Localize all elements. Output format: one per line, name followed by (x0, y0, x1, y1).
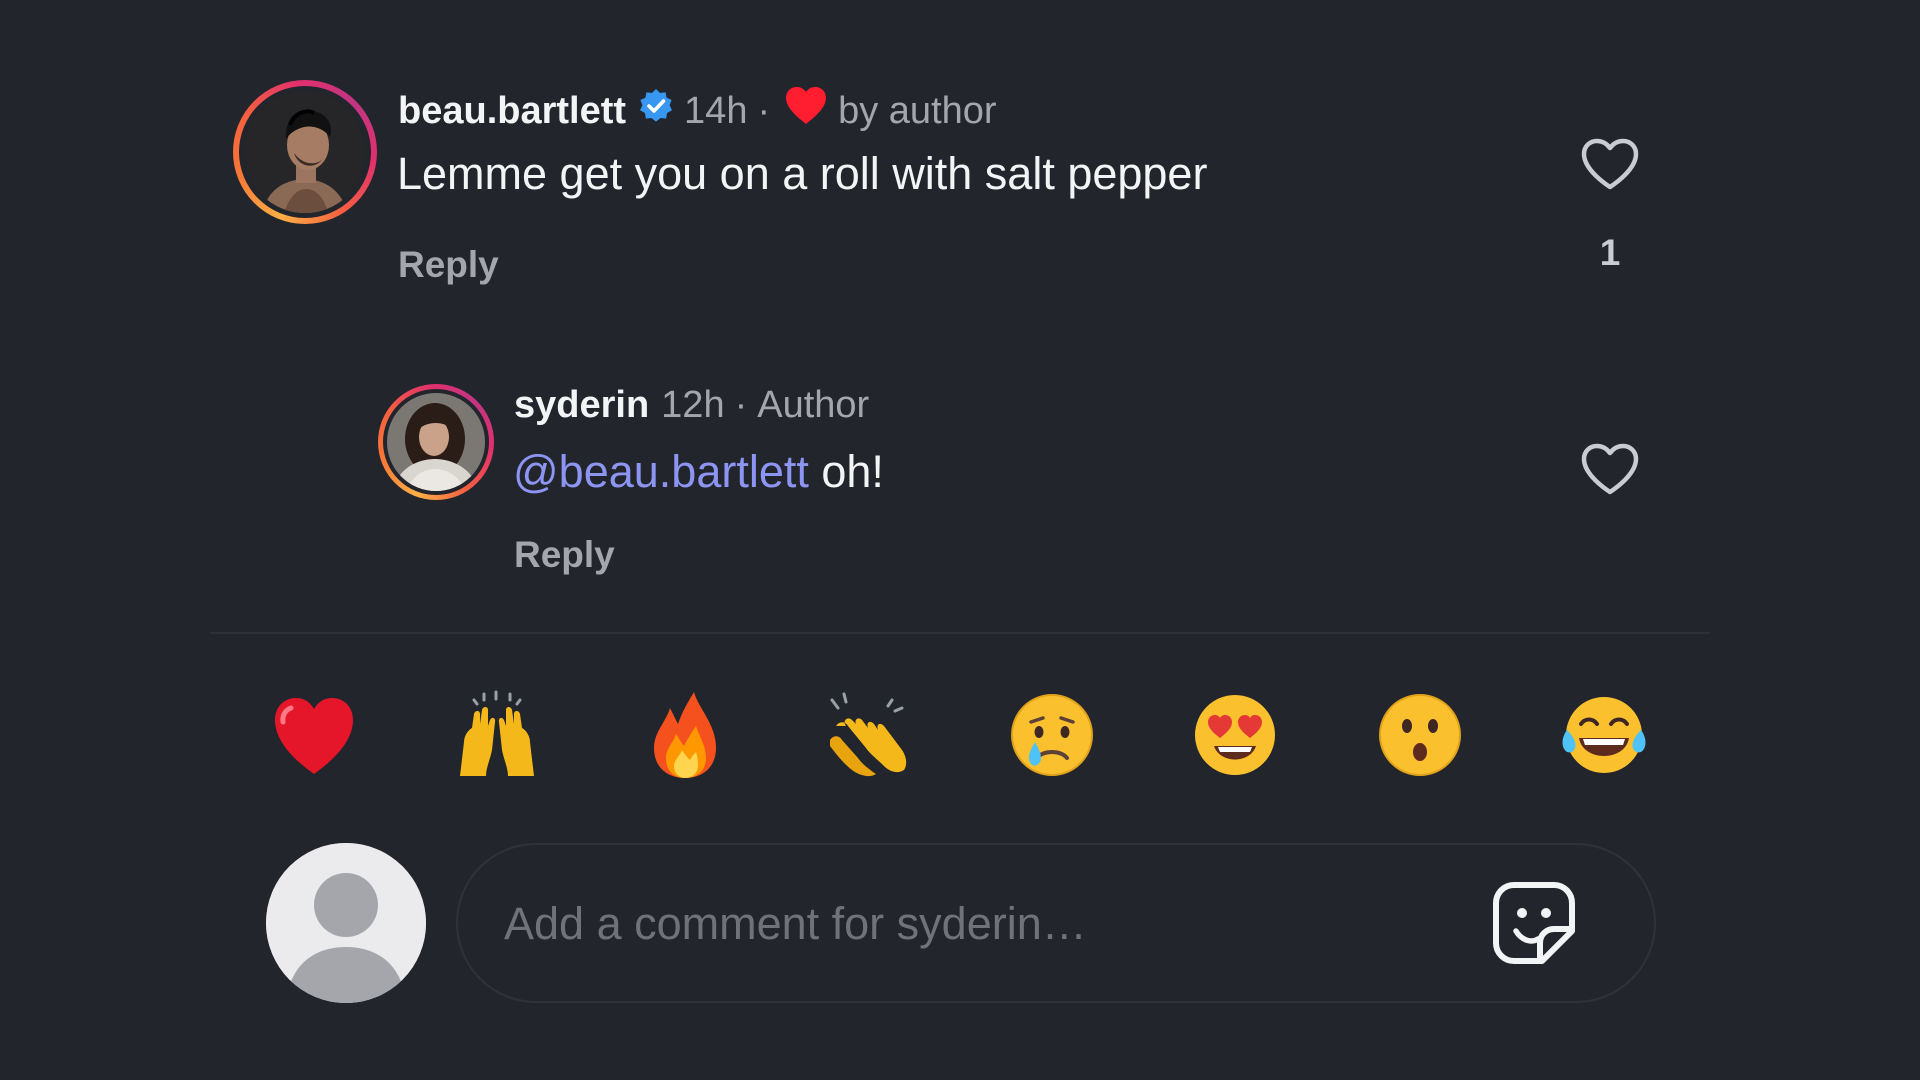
comment-meta: beau.bartlett 14h · by author (398, 86, 997, 136)
comment-composer (456, 843, 1656, 1003)
liked-by-author-heart-icon (784, 86, 828, 136)
heart-outline-icon (1581, 138, 1639, 190)
reply-text: @beau.bartlett oh! (513, 446, 884, 498)
meta-separator: · (757, 89, 771, 132)
avatar-beau-bartlett[interactable] (233, 80, 377, 224)
like-comment-button[interactable] (1580, 137, 1640, 196)
red-heart-icon (275, 698, 353, 774)
reaction-clapping-hands[interactable] (822, 690, 912, 780)
comments-panel: beau.bartlett 14h · by author Lemme get … (0, 0, 1920, 1080)
profile-photo-icon (244, 91, 366, 213)
sticker-icon (1493, 882, 1575, 964)
reaction-tears-of-joy[interactable] (1559, 690, 1649, 780)
like-reply-button[interactable] (1580, 442, 1640, 501)
like-count: 1 (1599, 232, 1621, 273)
reaction-fire[interactable] (640, 690, 730, 780)
meta-separator: · (734, 384, 748, 426)
avatar-syderin[interactable] (378, 384, 494, 500)
liked-by-label: by author (838, 89, 997, 132)
reply-button[interactable]: Reply (398, 244, 499, 286)
tears-of-joy-face-icon (1562, 697, 1646, 773)
reaction-red-heart[interactable] (269, 690, 359, 780)
author-label: Author (757, 384, 870, 426)
verified-badge-icon (638, 88, 674, 134)
reply-time: 12h (661, 384, 725, 426)
crying-face-icon (1011, 694, 1093, 776)
heart-outline-icon (1581, 443, 1639, 495)
heart-eyes-face-icon (1195, 695, 1275, 775)
comment-username[interactable]: beau.bartlett (398, 90, 626, 133)
raising-hands-icon (460, 690, 534, 776)
comment-time: 14h (684, 89, 748, 132)
default-user-icon (266, 843, 426, 1003)
comment-input[interactable] (502, 885, 1406, 963)
mention-link[interactable]: @beau.bartlett (513, 446, 809, 497)
reaction-raising-hands[interactable] (452, 690, 542, 780)
reaction-hushed-face[interactable] (1375, 690, 1465, 780)
clapping-hands-icon (830, 692, 907, 777)
reaction-heart-eyes[interactable] (1190, 690, 1280, 780)
current-user-avatar (266, 843, 426, 1003)
hushed-face-icon (1379, 694, 1461, 776)
divider (210, 632, 1710, 634)
reply-button[interactable]: Reply (514, 534, 615, 576)
reaction-crying-face[interactable] (1007, 690, 1097, 780)
fire-icon (654, 692, 716, 778)
comment-text: Lemme get you on a roll with salt pepper (397, 148, 1208, 199)
reply-username[interactable]: syderin (514, 384, 649, 427)
profile-photo-icon (387, 393, 485, 491)
reply-meta: syderin 12h · Author (514, 384, 869, 427)
sticker-button[interactable] (1492, 881, 1576, 970)
reply-message: oh! (808, 446, 884, 497)
